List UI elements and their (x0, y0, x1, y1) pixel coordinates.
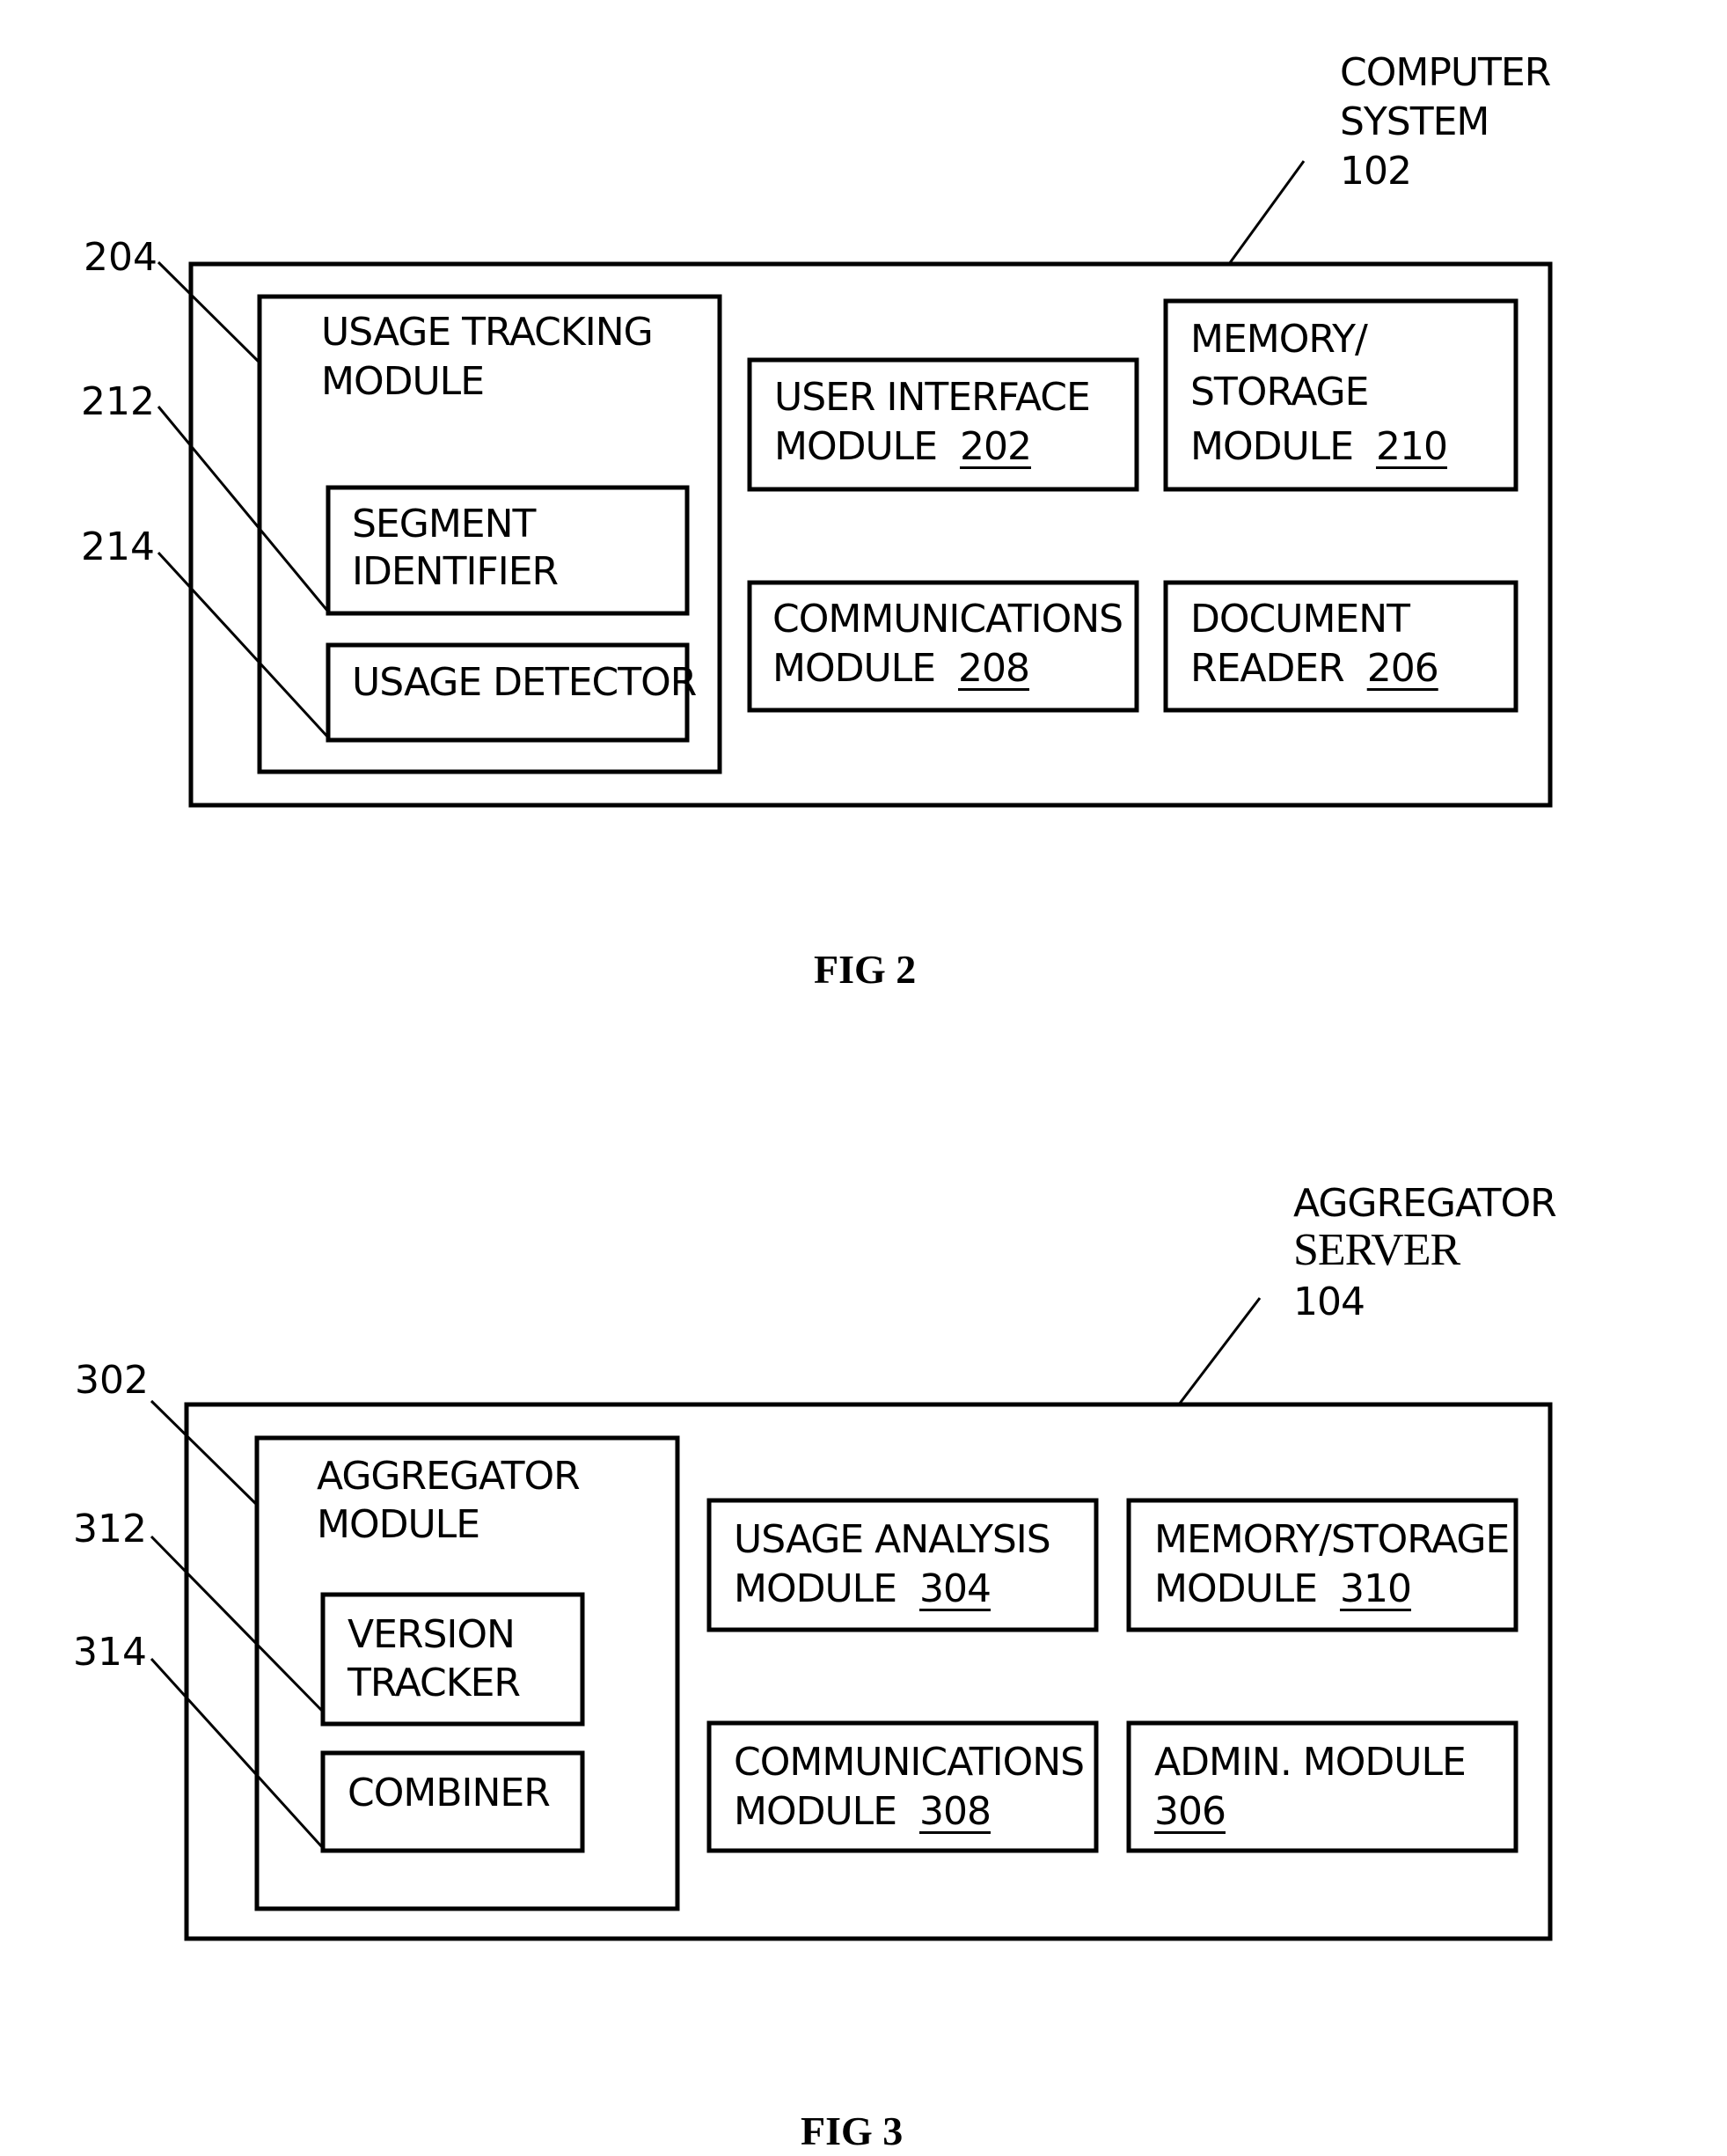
doc-reader-number: 206 (1366, 646, 1439, 691)
server-label-line1: AGGREGATOR (1293, 1181, 1557, 1226)
segment-identifier-line1: SEGMENT (352, 502, 536, 546)
comm-308-line1: COMMUNICATIONS (734, 1740, 1085, 1785)
ref-214: 214 (81, 524, 155, 569)
ui-module-word: MODULE (774, 424, 938, 469)
comm-module-line2: MODULE 208 (772, 644, 1030, 693)
comm-308-word: MODULE (734, 1789, 897, 1834)
comm-module-number: 208 (957, 646, 1030, 691)
system-label-line2: SYSTEM (1340, 99, 1489, 144)
ref-312: 312 (73, 1507, 147, 1551)
usage-detector-label: USAGE DETECTOR (352, 660, 697, 705)
server-label-line2: SERVER (1293, 1225, 1460, 1275)
ui-module-number: 202 (959, 424, 1032, 469)
version-tracker-line1: VERSION (348, 1612, 516, 1657)
comm-308-number: 308 (918, 1789, 992, 1834)
server-label-number: 104 (1293, 1280, 1365, 1324)
memory-module-number: 210 (1375, 424, 1448, 469)
usage-analysis-line2: MODULE 304 (734, 1565, 992, 1614)
system-label-number: 102 (1340, 149, 1412, 194)
ref-314: 314 (73, 1630, 147, 1675)
ref-302: 302 (75, 1358, 149, 1403)
memory-storage-310-word: MODULE (1154, 1566, 1318, 1611)
fig2-caption: FIG 2 (814, 947, 917, 992)
usage-analysis-line1: USAGE ANALYSIS (734, 1517, 1051, 1562)
doc-reader-line1: DOCUMENT (1190, 597, 1410, 642)
admin-module-line1: ADMIN. MODULE (1154, 1740, 1467, 1785)
system-label-line1: COMPUTER (1340, 50, 1551, 95)
comm-module-word: MODULE (772, 646, 936, 691)
usage-analysis-number: 304 (918, 1566, 992, 1611)
memory-module-word: MODULE (1190, 424, 1354, 469)
ui-module-line2: MODULE 202 (774, 422, 1032, 472)
admin-module-line2: 306 (1154, 1787, 1226, 1837)
version-tracker-line2: TRACKER (348, 1661, 521, 1705)
doc-reader-line2: READER 206 (1190, 644, 1439, 693)
memory-storage-310-line2: MODULE 310 (1154, 1565, 1412, 1614)
usage-tracking-line2: MODULE (321, 359, 485, 404)
memory-module-line2: STORAGE (1190, 370, 1369, 414)
leader-302 (150, 1399, 259, 1507)
fig3-caption: FIG 3 (801, 2108, 904, 2153)
ref-212: 212 (81, 379, 155, 424)
leader-104 (1177, 1297, 1262, 1405)
leader-204 (157, 260, 261, 364)
comm-308-line2: MODULE 308 (734, 1787, 992, 1837)
usage-analysis-word: MODULE (734, 1566, 897, 1611)
doc-reader-word: READER (1190, 646, 1345, 691)
memory-module-line1: MEMORY/ (1190, 317, 1368, 362)
memory-storage-310-line1: MEMORY/STORAGE (1154, 1517, 1510, 1562)
ui-module-line1: USER INTERFACE (774, 375, 1091, 420)
memory-storage-310-number: 310 (1339, 1566, 1412, 1611)
aggregator-module-line2: MODULE (317, 1502, 480, 1547)
usage-tracking-line1: USAGE TRACKING (321, 310, 654, 355)
ref-204: 204 (84, 235, 157, 280)
comm-module-line1: COMMUNICATIONS (772, 597, 1123, 642)
combiner-label: COMBINER (348, 1771, 551, 1815)
admin-module-number: 306 (1154, 1789, 1226, 1834)
aggregator-module-line1: AGGREGATOR (317, 1454, 581, 1499)
memory-module-line3: MODULE 210 (1190, 422, 1448, 472)
leader-102 (1227, 160, 1306, 265)
segment-identifier-line2: IDENTIFIER (352, 549, 559, 594)
